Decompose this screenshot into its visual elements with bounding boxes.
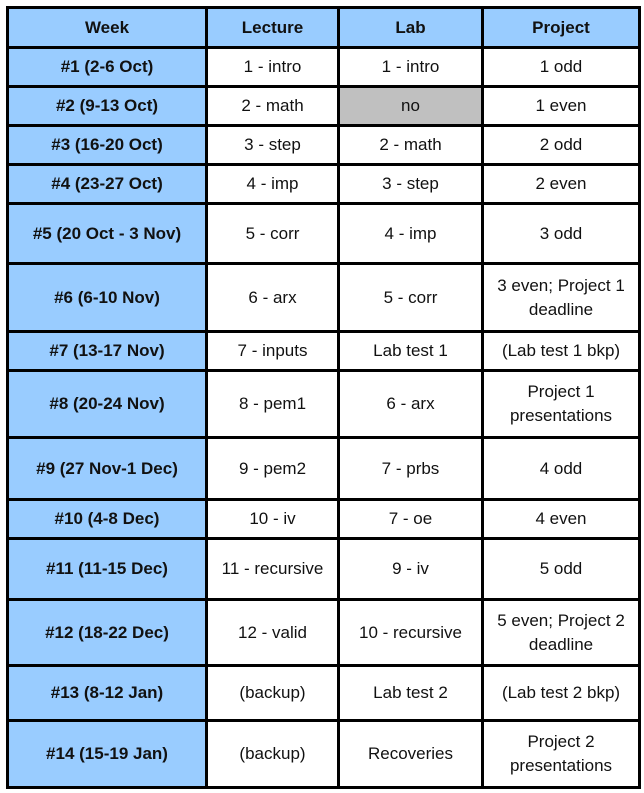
project-cell: 5 odd — [481, 537, 641, 601]
week-cell: #2 (9-13 Oct) — [6, 85, 208, 127]
table-row: #4 (23-27 Oct) 4 - imp 3 - step 2 even — [6, 163, 641, 205]
table-row: #6 (6-10 Nov) 6 - arx 5 - corr 3 even; P… — [6, 262, 641, 333]
lab-cell-no-lab: no — [337, 85, 484, 127]
lab-cell: Recoveries — [337, 719, 484, 789]
lecture-cell: (backup) — [205, 664, 340, 722]
week-cell: #3 (16-20 Oct) — [6, 124, 208, 166]
project-cell: (Lab test 2 bkp) — [481, 664, 641, 722]
lab-cell: Lab test 1 — [337, 330, 484, 372]
week-cell: #4 (23-27 Oct) — [6, 163, 208, 205]
lecture-cell: 6 - arx — [205, 262, 340, 333]
table-row: #2 (9-13 Oct) 2 - math no 1 even — [6, 85, 641, 127]
lecture-cell: 10 - iv — [205, 498, 340, 540]
lab-cell: 2 - math — [337, 124, 484, 166]
table-row: #14 (15-19 Jan) (backup) Recoveries Proj… — [6, 719, 641, 789]
table-row: #3 (16-20 Oct) 3 - step 2 - math 2 odd — [6, 124, 641, 166]
lecture-cell: 3 - step — [205, 124, 340, 166]
lab-cell: 6 - arx — [337, 369, 484, 439]
header-row: Week Lecture Lab Project — [6, 6, 641, 49]
lecture-cell: 4 - imp — [205, 163, 340, 205]
project-cell: 2 even — [481, 163, 641, 205]
table-row: #9 (27 Nov-1 Dec) 9 - pem2 7 - prbs 4 od… — [6, 436, 641, 501]
lab-cell: 5 - corr — [337, 262, 484, 333]
table-row: #8 (20-24 Nov) 8 - pem1 6 - arx Project … — [6, 369, 641, 439]
lecture-cell: 12 - valid — [205, 598, 340, 667]
header-lecture: Lecture — [205, 6, 340, 49]
lecture-cell: (backup) — [205, 719, 340, 789]
lab-cell: 7 - prbs — [337, 436, 484, 501]
project-cell: 5 even; Project 2 deadline — [481, 598, 641, 667]
project-cell: 4 odd — [481, 436, 641, 501]
project-cell: 2 odd — [481, 124, 641, 166]
week-cell: #12 (18-22 Dec) — [6, 598, 208, 667]
table-row: #1 (2-6 Oct) 1 - intro 1 - intro 1 odd — [6, 46, 641, 88]
course-schedule-table: Week Lecture Lab Project #1 (2-6 Oct) 1 … — [6, 6, 641, 789]
week-cell: #11 (11-15 Dec) — [6, 537, 208, 601]
project-cell: Project 1 presentations — [481, 369, 641, 439]
project-cell: 4 even — [481, 498, 641, 540]
project-cell: 3 odd — [481, 202, 641, 265]
lecture-cell: 5 - corr — [205, 202, 340, 265]
lecture-cell: 1 - intro — [205, 46, 340, 88]
project-cell: 3 even; Project 1 deadline — [481, 262, 641, 333]
week-cell: #14 (15-19 Jan) — [6, 719, 208, 789]
header-week: Week — [6, 6, 208, 49]
project-cell: (Lab test 1 bkp) — [481, 330, 641, 372]
lab-cell: Lab test 2 — [337, 664, 484, 722]
week-cell: #6 (6-10 Nov) — [6, 262, 208, 333]
lab-cell: 1 - intro — [337, 46, 484, 88]
table-row: #12 (18-22 Dec) 12 - valid 10 - recursiv… — [6, 598, 641, 667]
week-cell: #5 (20 Oct - 3 Nov) — [6, 202, 208, 265]
project-cell: 1 even — [481, 85, 641, 127]
header-lab: Lab — [337, 6, 484, 49]
lecture-cell: 8 - pem1 — [205, 369, 340, 439]
lab-cell: 9 - iv — [337, 537, 484, 601]
project-cell: Project 2 presentations — [481, 719, 641, 789]
table-row: #13 (8-12 Jan) (backup) Lab test 2 (Lab … — [6, 664, 641, 722]
week-cell: #10 (4-8 Dec) — [6, 498, 208, 540]
lecture-cell: 7 - inputs — [205, 330, 340, 372]
week-cell: #7 (13-17 Nov) — [6, 330, 208, 372]
week-cell: #1 (2-6 Oct) — [6, 46, 208, 88]
table-row: #5 (20 Oct - 3 Nov) 5 - corr 4 - imp 3 o… — [6, 202, 641, 265]
lecture-cell: 2 - math — [205, 85, 340, 127]
lecture-cell: 11 - recursive — [205, 537, 340, 601]
table-row: #10 (4-8 Dec) 10 - iv 7 - oe 4 even — [6, 498, 641, 540]
table-row: #11 (11-15 Dec) 11 - recursive 9 - iv 5 … — [6, 537, 641, 601]
lab-cell: 7 - oe — [337, 498, 484, 540]
lecture-cell: 9 - pem2 — [205, 436, 340, 501]
lab-cell: 3 - step — [337, 163, 484, 205]
project-cell: 1 odd — [481, 46, 641, 88]
week-cell: #13 (8-12 Jan) — [6, 664, 208, 722]
header-project: Project — [481, 6, 641, 49]
table-row: #7 (13-17 Nov) 7 - inputs Lab test 1 (La… — [6, 330, 641, 372]
lab-cell: 4 - imp — [337, 202, 484, 265]
lab-cell: 10 - recursive — [337, 598, 484, 667]
week-cell: #8 (20-24 Nov) — [6, 369, 208, 439]
week-cell: #9 (27 Nov-1 Dec) — [6, 436, 208, 501]
